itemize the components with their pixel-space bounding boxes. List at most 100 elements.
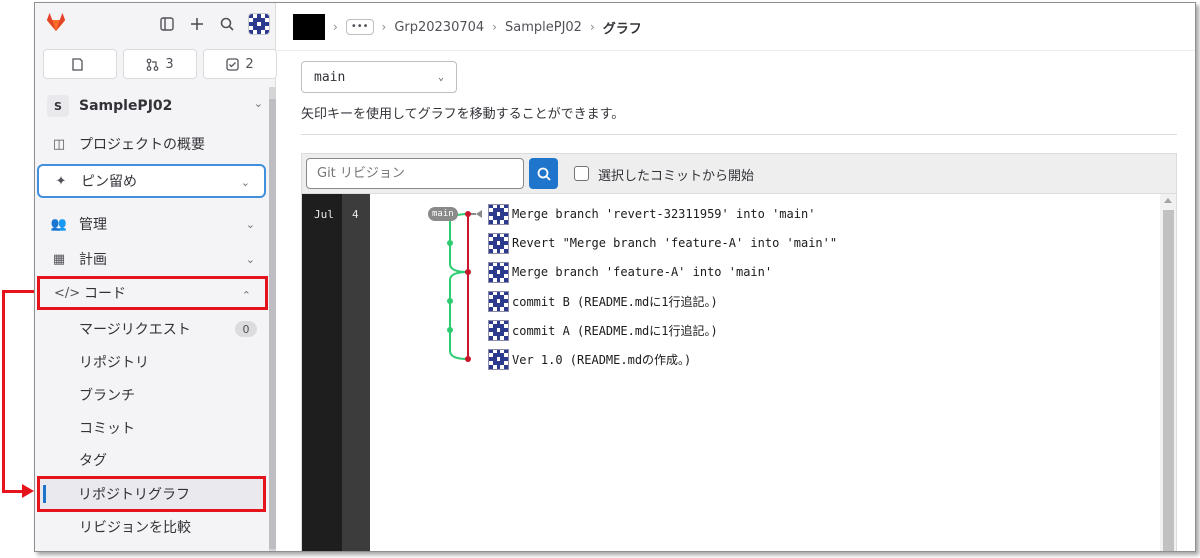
- user-avatar[interactable]: [248, 13, 270, 35]
- annotation-connector-top: [2, 290, 36, 293]
- branch-head-label[interactable]: main: [428, 207, 458, 221]
- redacted-block: [293, 14, 325, 40]
- commit-node: [465, 211, 471, 217]
- project-switcher[interactable]: S SamplePJ02 ⌄: [43, 91, 269, 121]
- calendar-icon: ▦: [52, 251, 66, 267]
- graph-scrollbar-thumb[interactable]: [1163, 210, 1174, 551]
- start-from-commit-checkbox[interactable]: [574, 166, 589, 181]
- commit-node: [465, 356, 471, 362]
- commit-message[interactable]: commit B (README.mdに1行追記。): [512, 293, 718, 310]
- sidebar-item-pinned[interactable]: ✦ ピン留め ⌄: [37, 164, 266, 198]
- project-icon: ◫: [52, 136, 66, 152]
- annotation-arrow-head: [22, 484, 34, 498]
- network-graph[interactable]: Jul 4 main Merge branch 'revert-32311959…: [301, 193, 1177, 551]
- sidebar-toggle-icon[interactable]: [158, 15, 176, 33]
- sidebar-item-label: プロジェクトの概要: [79, 137, 205, 153]
- commit-row[interactable]: commit A (README.mdに1行追記。): [488, 319, 718, 341]
- branch-selector-value: main: [314, 69, 346, 85]
- sidebar-scrollbar[interactable]: [269, 87, 276, 551]
- chevron-down-icon: ⌄: [245, 253, 255, 266]
- commit-row[interactable]: Merge branch 'revert-32311959' into 'mai…: [488, 203, 815, 225]
- sidebar-header: [35, 3, 276, 47]
- plus-icon[interactable]: [188, 15, 206, 33]
- merge-requests-count: 3: [165, 56, 174, 72]
- sidebar-item-overview[interactable]: ◫ プロジェクトの概要: [35, 128, 269, 160]
- users-icon: 👥: [50, 216, 68, 232]
- todos-counter-button[interactable]: 2: [203, 49, 277, 79]
- commit-row[interactable]: commit B (README.mdに1行追記。): [488, 290, 718, 312]
- search-icon[interactable]: [218, 15, 236, 33]
- sidebar-subitem-branches[interactable]: ブランチ: [35, 380, 269, 410]
- sidebar-subitem-label: コミット: [79, 421, 135, 437]
- sidebar-subitem-merge-requests[interactable]: マージリクエスト 0: [35, 314, 269, 344]
- search-button[interactable]: [529, 158, 558, 189]
- commit-author-avatar: [488, 261, 509, 283]
- commit-row[interactable]: Revert "Merge branch 'feature-A' into 'm…: [488, 232, 837, 254]
- sidebar-item-manage[interactable]: 👥 管理 ⌄: [35, 208, 269, 240]
- feature-branch-line: [449, 271, 469, 360]
- commit-message[interactable]: Merge branch 'feature-A' into 'main': [512, 265, 772, 279]
- sidebar-subitem-label: リビジョンを比較: [79, 520, 191, 536]
- commit-message[interactable]: Ver 1.0 (README.mdの作成。): [512, 351, 691, 368]
- sidebar-subitem-label: リポジトリグラフ: [78, 487, 190, 503]
- divider: [301, 134, 1177, 135]
- commit-node: [447, 240, 453, 246]
- breadcrumb-separator: ›: [589, 20, 595, 34]
- chevron-down-icon: ⌄: [245, 218, 255, 231]
- sidebar-subitem-compare[interactable]: リビジョンを比較: [35, 512, 269, 542]
- breadcrumb-project-link[interactable]: SamplePJ02: [505, 20, 582, 35]
- header-divider: [277, 50, 1195, 51]
- commit-author-avatar: [488, 232, 509, 254]
- chevron-down-icon: ⌄: [437, 72, 444, 83]
- breadcrumb-separator: ›: [492, 20, 497, 34]
- count-badge: 0: [235, 321, 257, 337]
- breadcrumb-group-link[interactable]: Grp20230704: [394, 20, 484, 35]
- revision-search-input[interactable]: [306, 158, 524, 189]
- commit-author-avatar: [488, 319, 509, 341]
- breadcrumb-current: グラフ: [602, 21, 642, 37]
- sidebar-subitem-commits[interactable]: コミット: [35, 413, 269, 443]
- sidebar-scrollbar-thumb[interactable]: [269, 99, 276, 549]
- branch-selector-dropdown[interactable]: main ⌄: [301, 61, 457, 93]
- main-content: › ••• › Grp20230704 › SamplePJ02 › グラフ m…: [277, 3, 1195, 551]
- head-pointer-arrow: [476, 210, 482, 218]
- annotation-connector-bottom: [2, 490, 24, 493]
- todo-icon: [226, 57, 240, 71]
- sidebar-subitem-repository-graph[interactable]: リポジトリグラフ: [37, 476, 266, 512]
- commit-message[interactable]: Revert "Merge branch 'feature-A' into 'm…: [512, 236, 837, 250]
- sidebar-item-code[interactable]: </> コード ⌃: [37, 276, 268, 310]
- sidebar-item-label: ピン留め: [81, 174, 137, 190]
- sidebar-subitem-label: ブランチ: [79, 388, 135, 404]
- sidebar-subitem-tags[interactable]: タグ: [35, 445, 269, 475]
- sidebar-item-label: 管理: [79, 217, 107, 233]
- sidebar-item-label: 計画: [79, 252, 107, 268]
- breadcrumb-separator: ›: [333, 20, 338, 34]
- chevron-up-icon: ⌃: [241, 289, 251, 302]
- commit-message[interactable]: commit A (README.mdに1行追記。): [512, 322, 718, 339]
- graph-scrollbar[interactable]: [1160, 194, 1176, 551]
- commit-node: [447, 327, 453, 333]
- annotation-connector: [2, 292, 5, 492]
- keyboard-hint-text: 矢印キーを使用してグラフを移動することができます。: [301, 107, 625, 122]
- breadcrumb: › ••• › Grp20230704 › SamplePJ02 › グラフ: [293, 13, 642, 41]
- project-name: SamplePJ02: [79, 98, 173, 114]
- sidebar-item-plan[interactable]: ▦ 計画 ⌄: [35, 243, 269, 275]
- merge-request-icon: [146, 58, 159, 71]
- pin-icon: ✦: [55, 173, 67, 189]
- commit-row[interactable]: Merge branch 'feature-A' into 'main': [488, 261, 772, 283]
- chevron-down-icon: ⌄: [240, 176, 250, 189]
- chevron-down-icon: ⌄: [253, 97, 263, 110]
- scroll-up-arrow-icon[interactable]: [1164, 198, 1172, 203]
- merge-requests-counter-button[interactable]: 3: [123, 49, 197, 79]
- start-from-commit-label[interactable]: 選択したコミットから開始: [598, 165, 754, 184]
- commit-message[interactable]: Merge branch 'revert-32311959' into 'mai…: [512, 207, 815, 221]
- counter-row: 3 2: [43, 49, 277, 79]
- issues-counter-button[interactable]: [43, 49, 117, 79]
- breadcrumb-more-button[interactable]: •••: [345, 19, 374, 35]
- sidebar-subitem-repository[interactable]: リポジトリ: [35, 347, 269, 377]
- browser-frame: 3 2 S SamplePJ02 ⌄ ◫ プロジェクトの概要 ✦ ピン留め ⌄ …: [34, 2, 1196, 552]
- commit-row[interactable]: Ver 1.0 (README.mdの作成。): [488, 348, 691, 370]
- sidebar: 3 2 S SamplePJ02 ⌄ ◫ プロジェクトの概要 ✦ ピン留め ⌄ …: [35, 3, 277, 551]
- project-badge: S: [47, 95, 69, 117]
- gitlab-logo-icon[interactable]: [45, 11, 67, 33]
